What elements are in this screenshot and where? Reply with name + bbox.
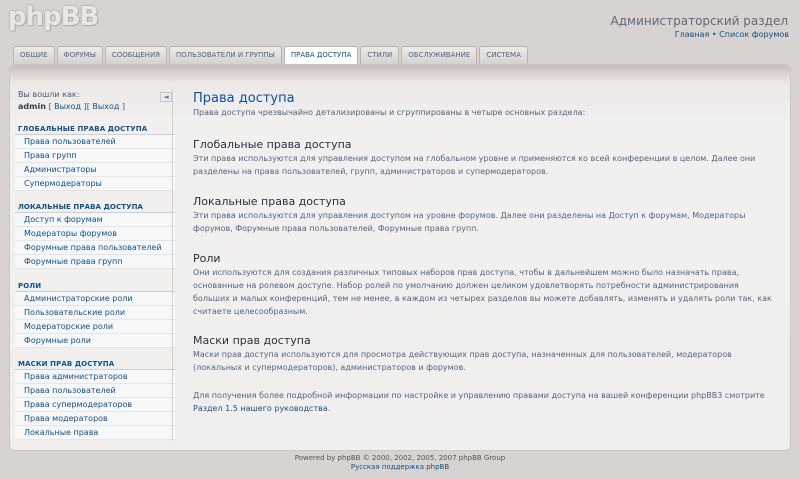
bracket-open: [ (45, 102, 55, 111)
menu-heading-local: ЛОКАЛЬНЫЕ ПРАВА ДОСТУПА (15, 202, 175, 213)
section-heading: Роли (193, 252, 221, 265)
collapse-menu-icon[interactable]: ◄ (160, 92, 172, 102)
sidebar-item-forum-roles[interactable]: Форумные роли (15, 334, 175, 348)
sidebar-item-mod-masks[interactable]: Права модераторов (15, 412, 175, 426)
guide-link[interactable]: Раздел 1.5 нашего руководства (193, 404, 328, 413)
section-masks: Маски прав доступа Маски прав доступа ис… (193, 334, 778, 375)
tab-general[interactable]: ОБЩИЕ (13, 46, 55, 64)
support-link[interactable]: Русская поддержка phpBB (351, 463, 449, 471)
main-tabs: ОБЩИЕ ФОРУМЫ СООБЩЕНИЯ ПОЛЬЗОВАТЕЛИ И ГР… (13, 46, 530, 65)
bracket-close: ] (119, 102, 126, 111)
sidebar-item-moderator-roles[interactable]: Модераторские роли (15, 320, 175, 334)
section-roles: Роли Они используются для создания разли… (193, 252, 778, 319)
sidebar-item-admin-masks[interactable]: Права администраторов (15, 370, 175, 384)
menu-heading-masks: МАСКИ ПРАВ ДОСТУПА (15, 359, 175, 370)
menu-block-roles: РОЛИ Администраторские роли Пользователь… (15, 281, 175, 348)
section-text: Эти права используются для управления до… (193, 211, 746, 233)
menu-block-local: ЛОКАЛЬНЫЕ ПРАВА ДОСТУПА Доступ к форумам… (15, 202, 175, 269)
sidebar-item-global-mod-masks[interactable]: Права супермодераторов (15, 398, 175, 412)
header-links: Главная • Список форумов (675, 30, 789, 39)
logged-in-label: Вы вошли как: (18, 90, 80, 99)
page-intro: Права доступа чрезвычайно детализированы… (193, 108, 586, 117)
index-link[interactable]: Главная (675, 30, 710, 39)
footer: Powered by phpBB © 2000, 2002, 2005, 200… (0, 454, 800, 472)
tab-permissions[interactable]: ПРАВА ДОСТУПА (283, 46, 359, 65)
logout-link[interactable]: Выход (54, 102, 81, 111)
menu-heading-roles: РОЛИ (15, 281, 175, 292)
logout-line: admin [ Выход ][ Выход ] (18, 101, 125, 113)
menu-divider (172, 87, 173, 441)
menu-block-masks: МАСКИ ПРАВ ДОСТУПА Права администраторов… (15, 359, 175, 440)
more-info-intro: Для получения более подробной информации… (193, 391, 765, 400)
section-heading: Локальные права доступа (193, 195, 346, 208)
section-local: Локальные права доступа Эти права исполь… (193, 195, 778, 236)
more-info-end: . (327, 403, 331, 413)
main-content: Права доступа Права доступа чрезвычайно … (193, 91, 778, 413)
admin-panel-title: Администраторский раздел (610, 14, 788, 28)
more-info-text: Для получения более подробной информации… (193, 390, 778, 416)
section-more-info: Для получения более подробной информации… (193, 390, 778, 416)
bracket-mid: ][ (81, 102, 93, 111)
sidebar-item-user-permissions[interactable]: Права пользователей (15, 135, 175, 149)
sidebar-item-forum-access[interactable]: Доступ к форумам (15, 213, 175, 227)
username: admin (18, 102, 46, 111)
sidebar-item-global-moderators[interactable]: Супермодераторы (15, 177, 175, 191)
tab-system[interactable]: СИСТЕМА (479, 46, 528, 64)
section-heading: Глобальные права доступа (193, 138, 352, 151)
link-separator: • (709, 30, 720, 39)
sidebar-item-admin-roles[interactable]: Администраторские роли (15, 292, 175, 306)
sidebar-menu: Вы вошли как: admin [ Выход ][ Выход ] ◄… (15, 87, 175, 445)
phpbb-logo[interactable]: phpBB (8, 2, 99, 32)
sidebar-item-local-masks[interactable]: Локальные права (15, 426, 175, 440)
menu-heading-global: ГЛОБАЛЬНЫЕ ПРАВА ДОСТУПА (15, 124, 175, 135)
menu-block-global: ГЛОБАЛЬНЫЕ ПРАВА ДОСТУПА Права пользоват… (15, 124, 175, 191)
section-text: Маски прав доступа используются для прос… (193, 350, 732, 372)
tab-users-groups[interactable]: ПОЛЬЗОВАТЕЛИ И ГРУППЫ (169, 46, 282, 64)
tab-posts[interactable]: СООБЩЕНИЯ (104, 46, 168, 64)
forum-list-link[interactable]: Список форумов (719, 30, 789, 39)
sidebar-item-administrators[interactable]: Администраторы (15, 163, 175, 177)
sidebar-item-forum-group-permissions[interactable]: Форумные права групп (15, 255, 175, 269)
section-text: Эти права используются для управления до… (193, 154, 756, 176)
tab-forums[interactable]: ФОРУМЫ (56, 46, 103, 64)
section-text: Они используются для создания различных … (193, 268, 772, 316)
page-title: Права доступа (193, 91, 295, 106)
logged-in-info: Вы вошли как: admin [ Выход ][ Выход ] (18, 89, 125, 113)
sidebar-item-forum-moderators[interactable]: Модераторы форумов (15, 227, 175, 241)
sidebar-item-user-masks[interactable]: Права пользователей (15, 384, 175, 398)
sidebar-item-user-roles[interactable]: Пользовательские роли (15, 306, 175, 320)
header: phpBB Администраторский раздел Главная •… (0, 0, 800, 46)
powered-by: Powered by phpBB © 2000, 2002, 2005, 200… (294, 454, 506, 462)
logout-link-2[interactable]: Выход (92, 102, 119, 111)
page-panel: Вы вошли как: admin [ Выход ][ Выход ] ◄… (9, 64, 791, 451)
sidebar-item-forum-user-permissions[interactable]: Форумные права пользователей (15, 241, 175, 255)
section-heading: Маски прав доступа (193, 334, 311, 347)
sidebar-item-group-permissions[interactable]: Права групп (15, 149, 175, 163)
tab-styles[interactable]: СТИЛИ (360, 46, 400, 64)
tab-maintenance[interactable]: ОБСЛУЖИВАНИЕ (401, 46, 478, 64)
section-global: Глобальные права доступа Эти права испол… (193, 138, 778, 179)
